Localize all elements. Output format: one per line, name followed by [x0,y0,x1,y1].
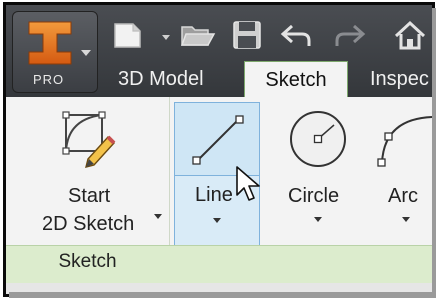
panel-title-sketch: Sketch [58,251,117,272]
circle-button[interactable]: Circle [276,101,366,243]
chevron-down-icon [154,214,162,219]
redo-icon[interactable] [332,19,368,51]
tab-3d-model[interactable]: 3D Model [118,61,204,97]
undo-icon[interactable] [278,19,314,51]
frame-shadow-right [432,8,436,298]
tab-sketch[interactable]: Sketch [244,61,348,99]
tab-inspect[interactable]: Inspec [370,61,429,97]
start-sketch-label-line1: Start [68,185,111,207]
new-dropdown-chevron-icon[interactable] [162,35,170,40]
new-document-icon[interactable] [110,19,144,51]
start-sketch-label-line2: 2D Sketch [42,213,135,235]
chevron-down-icon [402,217,410,222]
app-window: PRO 3D Model Sketch Inspec Start 2D Sket… [3,2,435,297]
arc-icon [377,116,432,167]
arc-label: Arc [388,185,418,207]
open-folder-icon[interactable] [178,19,216,51]
mouse-pointer-icon [236,166,260,201]
home-icon[interactable] [392,19,428,51]
save-icon[interactable] [230,19,264,51]
chevron-down-icon [213,218,221,223]
edition-label: PRO [33,72,65,87]
application-menu-button[interactable]: PRO [12,11,98,93]
circle-icon [290,111,346,167]
inventor-logo [28,21,72,65]
line-icon [192,115,244,165]
arc-button[interactable]: Arc [370,101,432,243]
chevron-down-icon [314,217,322,222]
frame-shadow-bottom [9,292,436,298]
start-2d-sketch-button[interactable]: Start 2D Sketch [16,101,166,243]
line-label: Line [195,184,233,206]
circle-label: Circle [288,185,340,207]
chevron-down-icon [81,50,91,56]
start-2d-sketch-icon [62,111,116,168]
title-bar: PRO 3D Model Sketch Inspec [6,5,432,99]
